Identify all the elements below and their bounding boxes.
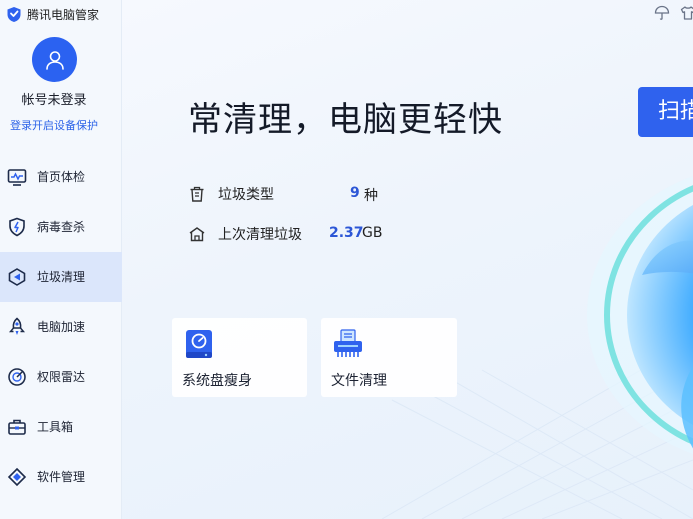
tool-file-clean[interactable]: 文件清理 [321,318,457,397]
rocket-speedup-icon [8,317,26,335]
tshirt-skin-icon[interactable] [680,5,693,21]
radar-icon [8,368,26,386]
account-name[interactable]: 帐号未登录 [0,89,108,108]
sidebar-item-virus-scan[interactable]: 病毒查杀 [0,202,122,252]
tool-label: 文件清理 [331,373,387,389]
software-manager-icon [7,467,27,487]
app-logo-shield-icon [7,6,21,22]
sidebar-item-software-manager[interactable]: 软件管理 [0,452,122,502]
sidebar-item-permission-radar[interactable]: 权限雷达 [0,352,122,402]
shield-virus-icon [9,217,25,237]
sidebar-item-label: 垃圾清理 [37,270,86,284]
sidebar-item-label: 病毒查杀 [37,220,86,234]
login-link[interactable]: 登录开启设备保护 [0,117,108,133]
stat-junk-types-unit: 种 [364,188,378,204]
sidebar: 腾讯电脑管家 帐号未登录 登录开启设备保护 首页体检 病毒查杀 垃圾清理 电脑加… [0,0,122,519]
sidebar-item-label: 软件管理 [37,470,86,484]
page-headline: 常清理，电脑更轻快 [188,100,503,140]
main-panel: 常清理，电脑更轻快 垃圾类型 9 种 上次清理垃圾 2.37 GB 系统盘瘦身 [122,0,693,519]
stat-junk-types-value: 9 [350,185,360,201]
fan-illustration [587,176,693,454]
disk-slim-icon [186,330,212,358]
monitor-checkup-icon [7,169,27,186]
broom-clean-icon [8,268,26,286]
stat-last-clean-value: 2.37 [329,225,364,241]
sidebar-item-label: 权限雷达 [37,370,86,384]
sidebar-item-label: 工具箱 [37,420,74,434]
umbrella-icon[interactable] [654,5,670,21]
trash-bin-icon [190,186,204,202]
scan-button[interactable]: 扫描 [638,87,693,137]
app-title-text: 腾讯电脑管家 [27,7,100,22]
sidebar-item-junk-clean[interactable]: 垃圾清理 [0,252,122,302]
toolbox-icon [8,419,26,435]
stat-label: 上次清理垃圾 [218,227,302,243]
clean-history-icon [189,227,205,242]
sidebar-item-toolbox[interactable]: 工具箱 [0,402,122,452]
sidebar-item-speedup[interactable]: 电脑加速 [0,302,122,352]
avatar[interactable] [32,37,77,82]
sidebar-item-home-checkup[interactable]: 首页体检 [0,152,122,202]
stat-junk-types: 垃圾类型 [188,183,274,205]
file-shredder-icon [334,329,362,357]
stat-label: 垃圾类型 [218,187,274,203]
stat-last-clean-unit: GB [362,225,383,241]
app-title: 腾讯电脑管家 [6,5,99,23]
stat-last-clean: 上次清理垃圾 [188,223,302,245]
sidebar-item-label: 首页体检 [37,170,86,184]
tool-label: 系统盘瘦身 [182,373,252,389]
user-icon [45,50,64,70]
sidebar-item-label: 电脑加速 [37,320,86,334]
tool-system-disk-slim[interactable]: 系统盘瘦身 [172,318,307,397]
